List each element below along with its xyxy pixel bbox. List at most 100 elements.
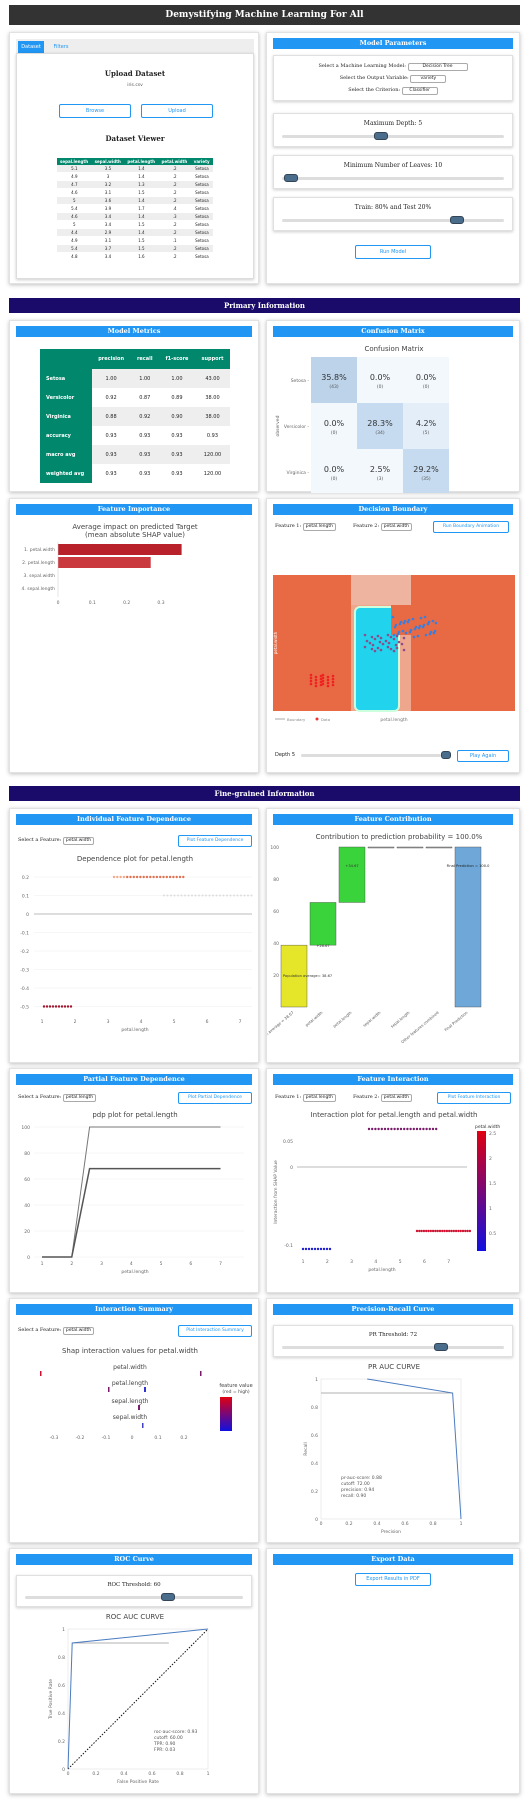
- depth-track[interactable]: [282, 135, 504, 138]
- interaction-xtick: 3: [350, 1259, 353, 1265]
- table-cell: Setosa: [190, 188, 213, 197]
- boundary-f1-select[interactable]: petal.length: [302, 523, 336, 531]
- table-cell: .2: [158, 172, 191, 181]
- play-again-button[interactable]: Play Again: [457, 750, 509, 762]
- boundary-f2-select[interactable]: petal.width: [380, 523, 412, 531]
- boundary-point: [404, 631, 408, 635]
- interaction-f2-select[interactable]: petal.width: [380, 1094, 412, 1102]
- boundary-point: [331, 674, 335, 678]
- table-cell: 1.7: [124, 204, 159, 213]
- table-row: 4.4 2.9 1.4.2 Setosa: [57, 228, 213, 237]
- upload-button[interactable]: Upload: [141, 104, 213, 118]
- roc-threshold-track[interactable]: [25, 1596, 243, 1599]
- confusion-ylabel: observed: [275, 415, 281, 436]
- dependence-select-label: Select a Feature:: [18, 837, 62, 843]
- tab-filters[interactable]: Filters: [48, 41, 74, 53]
- confusion-cell-count: (0): [423, 384, 430, 390]
- plot-summary-button[interactable]: Plot Interaction Summary: [178, 1325, 252, 1337]
- interaction-f1: Feature 1: petal.length: [275, 1094, 336, 1102]
- dependence-point: [247, 894, 249, 897]
- interaction-point: [310, 1247, 314, 1251]
- interaction-point: [393, 1127, 396, 1131]
- params-title: Model Parameters: [273, 38, 513, 49]
- table-cell: .2: [158, 196, 191, 205]
- run-model-button[interactable]: Run Model: [355, 245, 431, 259]
- table-cell: 4.9: [57, 236, 92, 245]
- table-row: 5.4 3.9 1.7.4 Setosa: [57, 204, 213, 213]
- summary-xtick: -0.2: [76, 1435, 85, 1441]
- depth-slider-thumb[interactable]: [374, 132, 388, 140]
- roc-card: ROC Curve ROC Threshold: 60 ROC AUC CURV…: [9, 1548, 259, 1794]
- interaction-point: [390, 1127, 393, 1131]
- dependence-point: [45, 1005, 49, 1008]
- table-cell: 1.5: [124, 236, 159, 245]
- interaction-f1-select[interactable]: petal.length: [302, 1094, 336, 1102]
- pr-xlabel: Precision: [381, 1529, 401, 1535]
- boundary-point: [368, 641, 372, 645]
- summary-select[interactable]: petal.width: [62, 1327, 95, 1335]
- run-boundary-animation-button[interactable]: Run Boundary Animation: [433, 521, 509, 533]
- tab-dataset[interactable]: Dataset: [18, 41, 44, 53]
- plot-interaction-button[interactable]: Plot Feature Interaction: [437, 1092, 511, 1104]
- export-pdf-button[interactable]: Export Results in PDF: [355, 1573, 431, 1586]
- table-cell: Setosa: [190, 212, 213, 221]
- roc-threshold-thumb[interactable]: [161, 1593, 175, 1601]
- metrics-cell: 0.93: [91, 426, 131, 445]
- upload-title: Upload Dataset: [104, 69, 166, 78]
- boundary-depth-track[interactable]: [301, 754, 441, 757]
- pdp-xtick: 6: [189, 1261, 192, 1267]
- dependence-select[interactable]: petal.width: [62, 837, 95, 845]
- confusion-cell-value: 29.2%: [413, 465, 439, 474]
- boundary-point: [384, 639, 388, 643]
- interaction-point: [325, 1247, 329, 1251]
- table-cell: 1.5: [124, 244, 159, 253]
- interaction-point: [420, 1229, 423, 1233]
- pr-xtick: 0: [320, 1521, 323, 1527]
- importance-bar: [58, 557, 151, 568]
- table-cell: 3.1: [91, 188, 125, 197]
- interaction-ytick: -0.1: [284, 1243, 293, 1249]
- browse-button[interactable]: Browse: [59, 104, 131, 118]
- output-select[interactable]: variety: [410, 75, 447, 83]
- boundary-point: [378, 640, 382, 644]
- table-cell: 5.1: [57, 165, 92, 173]
- pdp-select-label: Select a Feature:: [18, 1094, 62, 1100]
- dependence-ytick: 0: [26, 912, 29, 918]
- table-cell: 3: [91, 172, 125, 181]
- interaction-point: [431, 1127, 435, 1131]
- boundary-point: [389, 635, 393, 639]
- metrics-cell: 1.00: [130, 369, 159, 388]
- model-select[interactable]: Decision Tree: [407, 63, 468, 71]
- boundary-depth-thumb[interactable]: [441, 751, 451, 759]
- interaction-point: [448, 1229, 451, 1233]
- contribution-inlabel: Final Prediction = 100.0: [447, 864, 491, 868]
- criterion-select[interactable]: Classifier: [401, 87, 438, 95]
- boundary-point: [394, 643, 398, 647]
- pdp-select[interactable]: petal.length: [62, 1094, 97, 1102]
- pr-ytick: 0.4: [311, 1461, 318, 1467]
- boundary-point: [331, 680, 335, 684]
- boundary-point: [326, 675, 330, 679]
- pr-threshold-thumb[interactable]: [434, 1343, 448, 1351]
- leaves-track[interactable]: [282, 177, 504, 180]
- leaves-slider-thumb[interactable]: [284, 174, 298, 182]
- metrics-header: f1-score: [158, 349, 195, 369]
- split-track[interactable]: [282, 219, 504, 222]
- dependence-point: [205, 894, 207, 897]
- confusion-chart-title: Confusion Matrix: [364, 345, 423, 353]
- plot-pdp-button[interactable]: Plot Partial Dependence: [178, 1092, 252, 1104]
- confusion-cell-count: (34): [375, 430, 384, 436]
- roc-ytick: 0.8: [58, 1655, 65, 1661]
- pr-threshold-track[interactable]: [282, 1346, 504, 1349]
- table-cell: 3.9: [91, 204, 125, 213]
- metrics-cell: 0.93: [130, 426, 159, 445]
- table-row: 5.1 3.5 1.4.2 Setosa: [57, 165, 213, 173]
- metrics-cell: 0.93: [91, 464, 131, 483]
- boundary-point: [363, 633, 367, 637]
- interaction-point: [431, 1229, 435, 1233]
- params-card: Model Parameters Select a Machine Learni…: [266, 32, 520, 284]
- metrics-cell: 0.93: [91, 445, 131, 464]
- plot-dependence-button[interactable]: Plot Feature Dependence: [178, 835, 252, 847]
- export-title: Export Data: [273, 1554, 513, 1565]
- split-slider-thumb[interactable]: [450, 216, 464, 224]
